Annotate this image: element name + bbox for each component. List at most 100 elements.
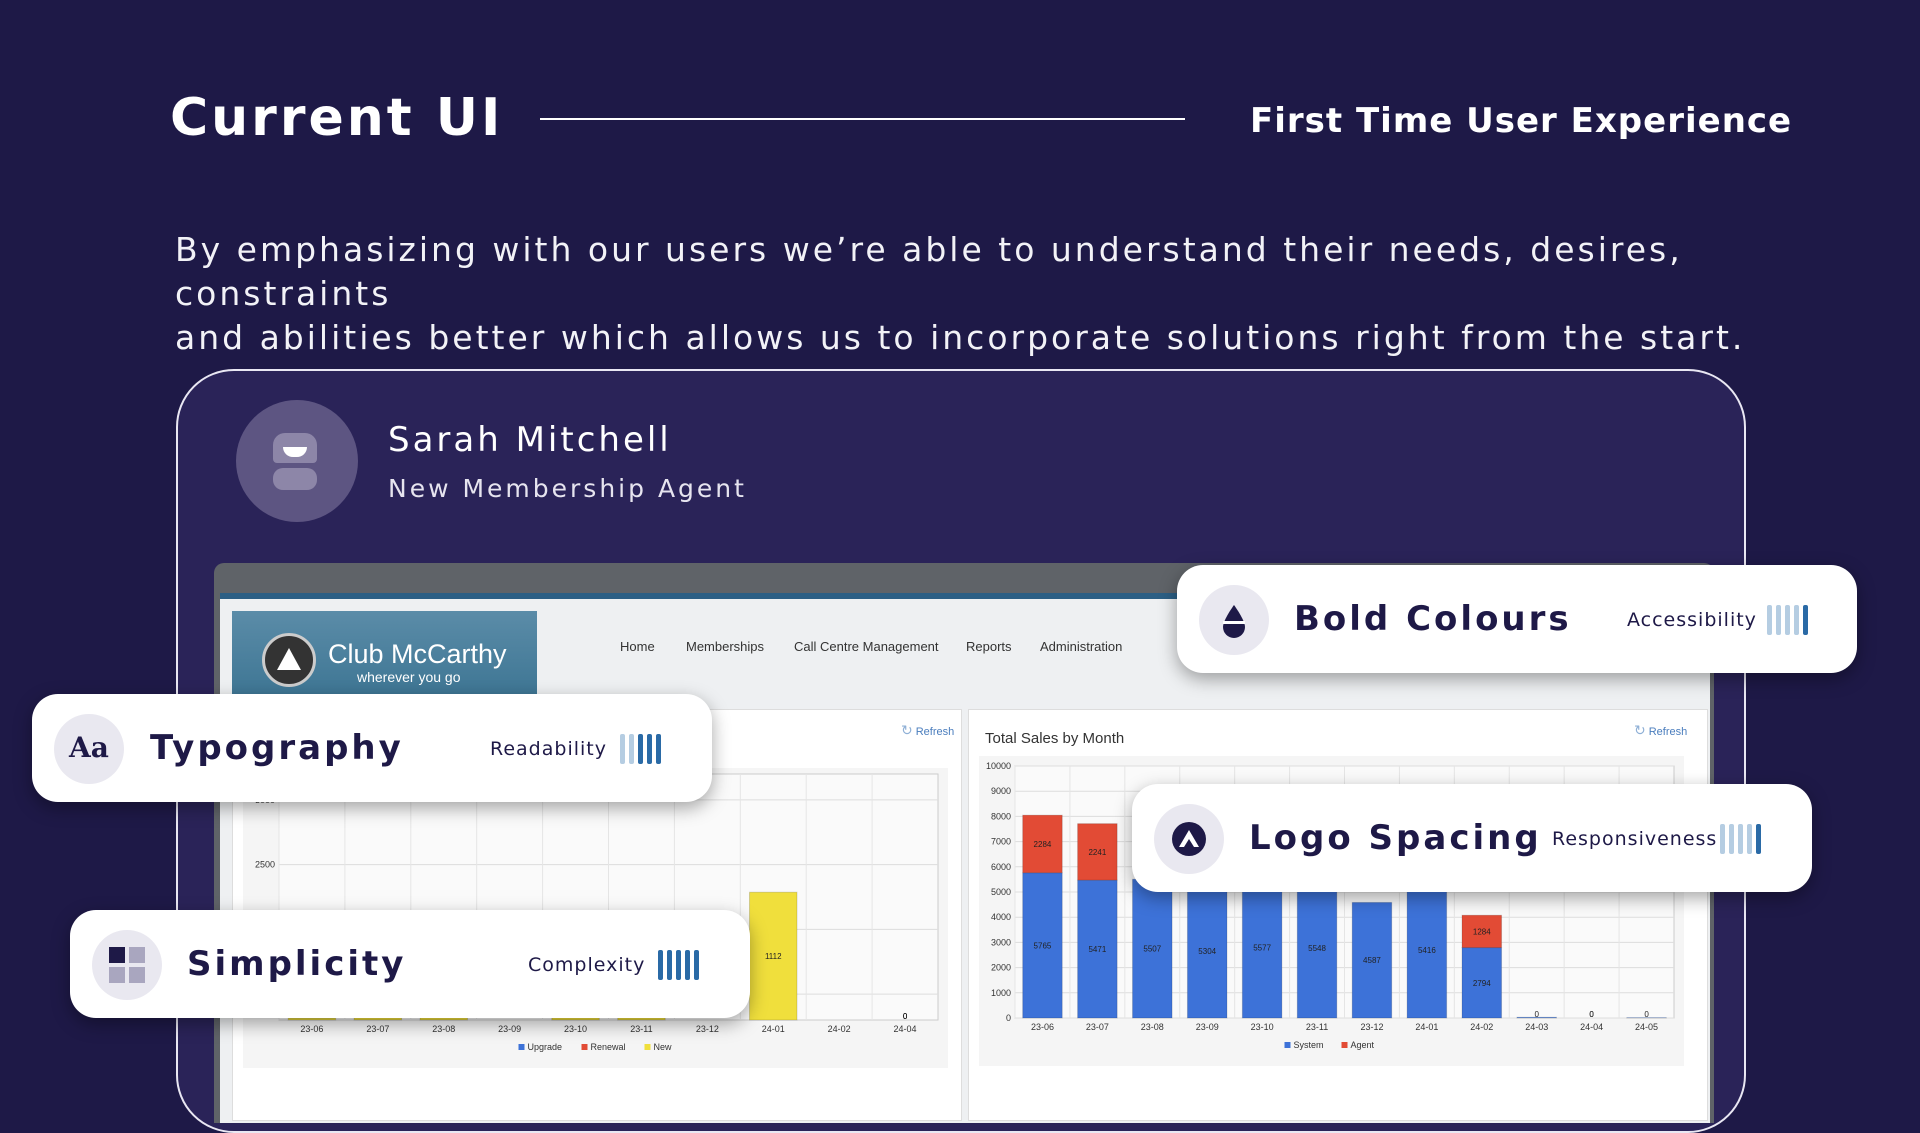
x-tick-label: 24-02: [1470, 1022, 1493, 1032]
y-tick-label: 2000: [991, 963, 1011, 973]
feature-metric: Complexity: [528, 954, 645, 976]
level-bar: [620, 734, 625, 764]
y-tick-label: 1000: [991, 988, 1011, 998]
x-tick-label: 24-04: [1580, 1022, 1603, 1032]
x-tick-label: 24-04: [894, 1024, 917, 1034]
feature-bold-colours[interactable]: Bold Colours Accessibility: [1177, 565, 1857, 673]
refresh-button-left[interactable]: Refresh: [901, 722, 954, 739]
feature-metric: Readability: [490, 738, 607, 760]
data-label: 0: [1644, 1010, 1649, 1019]
x-tick-label: 23-10: [1251, 1022, 1274, 1032]
level-bar: [656, 734, 661, 764]
feature-simplicity[interactable]: Simplicity Complexity: [70, 910, 750, 1018]
grid-icon: [92, 930, 162, 1000]
x-tick-label: 23-06: [1031, 1022, 1054, 1032]
legend-swatch: [1285, 1042, 1291, 1048]
app-logo[interactable]: Club McCarthy wherever you go: [232, 611, 537, 699]
club-logo-icon: [262, 633, 316, 687]
level-bar: [1767, 605, 1772, 635]
level-bar: [685, 950, 690, 980]
page-subtitle: First Time User Experience: [1250, 101, 1792, 141]
x-tick-label: 23-12: [1360, 1022, 1383, 1032]
nav-call-centre[interactable]: Call Centre Management: [794, 639, 939, 654]
level-indicator: [1767, 605, 1827, 635]
logo-icon: [1154, 804, 1224, 874]
level-bar: [1729, 824, 1734, 854]
x-tick-label: 24-01: [1415, 1022, 1438, 1032]
y-tick-label: 5000: [991, 887, 1011, 897]
level-bar: [1756, 824, 1761, 854]
y-tick-label: 10000: [986, 761, 1011, 771]
y-tick-label: 8000: [991, 811, 1011, 821]
level-bar: [1738, 824, 1743, 854]
x-tick-label: 23-08: [432, 1024, 455, 1034]
intro-line-2: and abilities better which allows us to …: [175, 316, 1775, 360]
intro-line-1: By emphasizing with our users we’re able…: [175, 228, 1775, 316]
level-bar: [638, 734, 643, 764]
y-tick-label: 2500: [255, 860, 275, 870]
x-tick-label: 23-10: [564, 1024, 587, 1034]
intro-text: By emphasizing with our users we’re able…: [175, 228, 1775, 360]
data-label: 1112: [765, 952, 782, 961]
data-label: 5507: [1143, 945, 1161, 954]
x-tick-label: 23-12: [696, 1024, 719, 1034]
data-label: 2241: [1088, 848, 1106, 857]
data-label: 0: [1534, 1010, 1539, 1019]
level-bar: [694, 950, 699, 980]
feature-label: Logo Spacing: [1249, 818, 1542, 858]
legend-label: Agent: [1351, 1040, 1375, 1050]
data-label: 0: [903, 1012, 908, 1021]
feature-logo-spacing[interactable]: Logo Spacing Responsiveness: [1132, 784, 1812, 892]
x-tick-label: 23-08: [1141, 1022, 1164, 1032]
user-avatar-icon: [236, 400, 358, 522]
data-label: 2284: [1034, 840, 1052, 849]
level-bar: [1747, 824, 1752, 854]
data-label: 2794: [1473, 979, 1491, 988]
x-tick-label: 24-03: [1525, 1022, 1548, 1032]
level-bar: [676, 950, 681, 980]
drop-icon: [1199, 585, 1269, 655]
level-bar: [1776, 605, 1781, 635]
legend-swatch: [582, 1044, 588, 1050]
y-tick-label: 6000: [991, 862, 1011, 872]
y-tick-label: 4000: [991, 912, 1011, 922]
legend-swatch: [1342, 1042, 1348, 1048]
level-bar: [1785, 605, 1790, 635]
refresh-button-right[interactable]: Refresh: [1634, 722, 1687, 739]
y-tick-label: 0: [1006, 1013, 1011, 1023]
data-label: 5416: [1418, 946, 1436, 955]
y-tick-label: 7000: [991, 837, 1011, 847]
feature-label: Simplicity: [187, 944, 406, 984]
data-label: 5304: [1198, 947, 1216, 956]
avatar-body: [273, 468, 317, 490]
feature-typography[interactable]: Aa Typography Readability: [32, 694, 712, 802]
level-bar: [1794, 605, 1799, 635]
app-tagline: wherever you go: [357, 669, 461, 685]
legend-label: Renewal: [591, 1042, 626, 1052]
nav-home[interactable]: Home: [620, 639, 655, 654]
x-tick-label: 24-01: [762, 1024, 785, 1034]
right-chart-panel: Total Sales by Month Refresh 01000200030…: [968, 709, 1708, 1121]
legend-label: Upgrade: [528, 1042, 563, 1052]
data-label: 5765: [1034, 941, 1052, 950]
level-bar: [1720, 824, 1725, 854]
legend-label: New: [654, 1042, 673, 1052]
persona-name: Sarah Mitchell: [388, 420, 672, 460]
data-label: 0: [1589, 1010, 1594, 1019]
data-label: 4587: [1363, 956, 1381, 965]
feature-label: Bold Colours: [1294, 599, 1572, 639]
x-tick-label: 23-11: [1306, 1022, 1328, 1032]
x-tick-label: 24-05: [1635, 1022, 1658, 1032]
x-tick-label: 24-02: [828, 1024, 851, 1034]
level-indicator: [658, 950, 718, 980]
y-tick-label: 9000: [991, 786, 1011, 796]
level-bar: [658, 950, 663, 980]
nav-memberships[interactable]: Memberships: [686, 639, 764, 654]
x-tick-label: 23-06: [300, 1024, 323, 1034]
feature-label: Typography: [150, 728, 404, 768]
nav-administration[interactable]: Administration: [1040, 639, 1122, 654]
nav-reports[interactable]: Reports: [966, 639, 1012, 654]
header-divider: [540, 118, 1185, 120]
y-tick-label: 3000: [991, 937, 1011, 947]
legend-swatch: [645, 1044, 651, 1050]
